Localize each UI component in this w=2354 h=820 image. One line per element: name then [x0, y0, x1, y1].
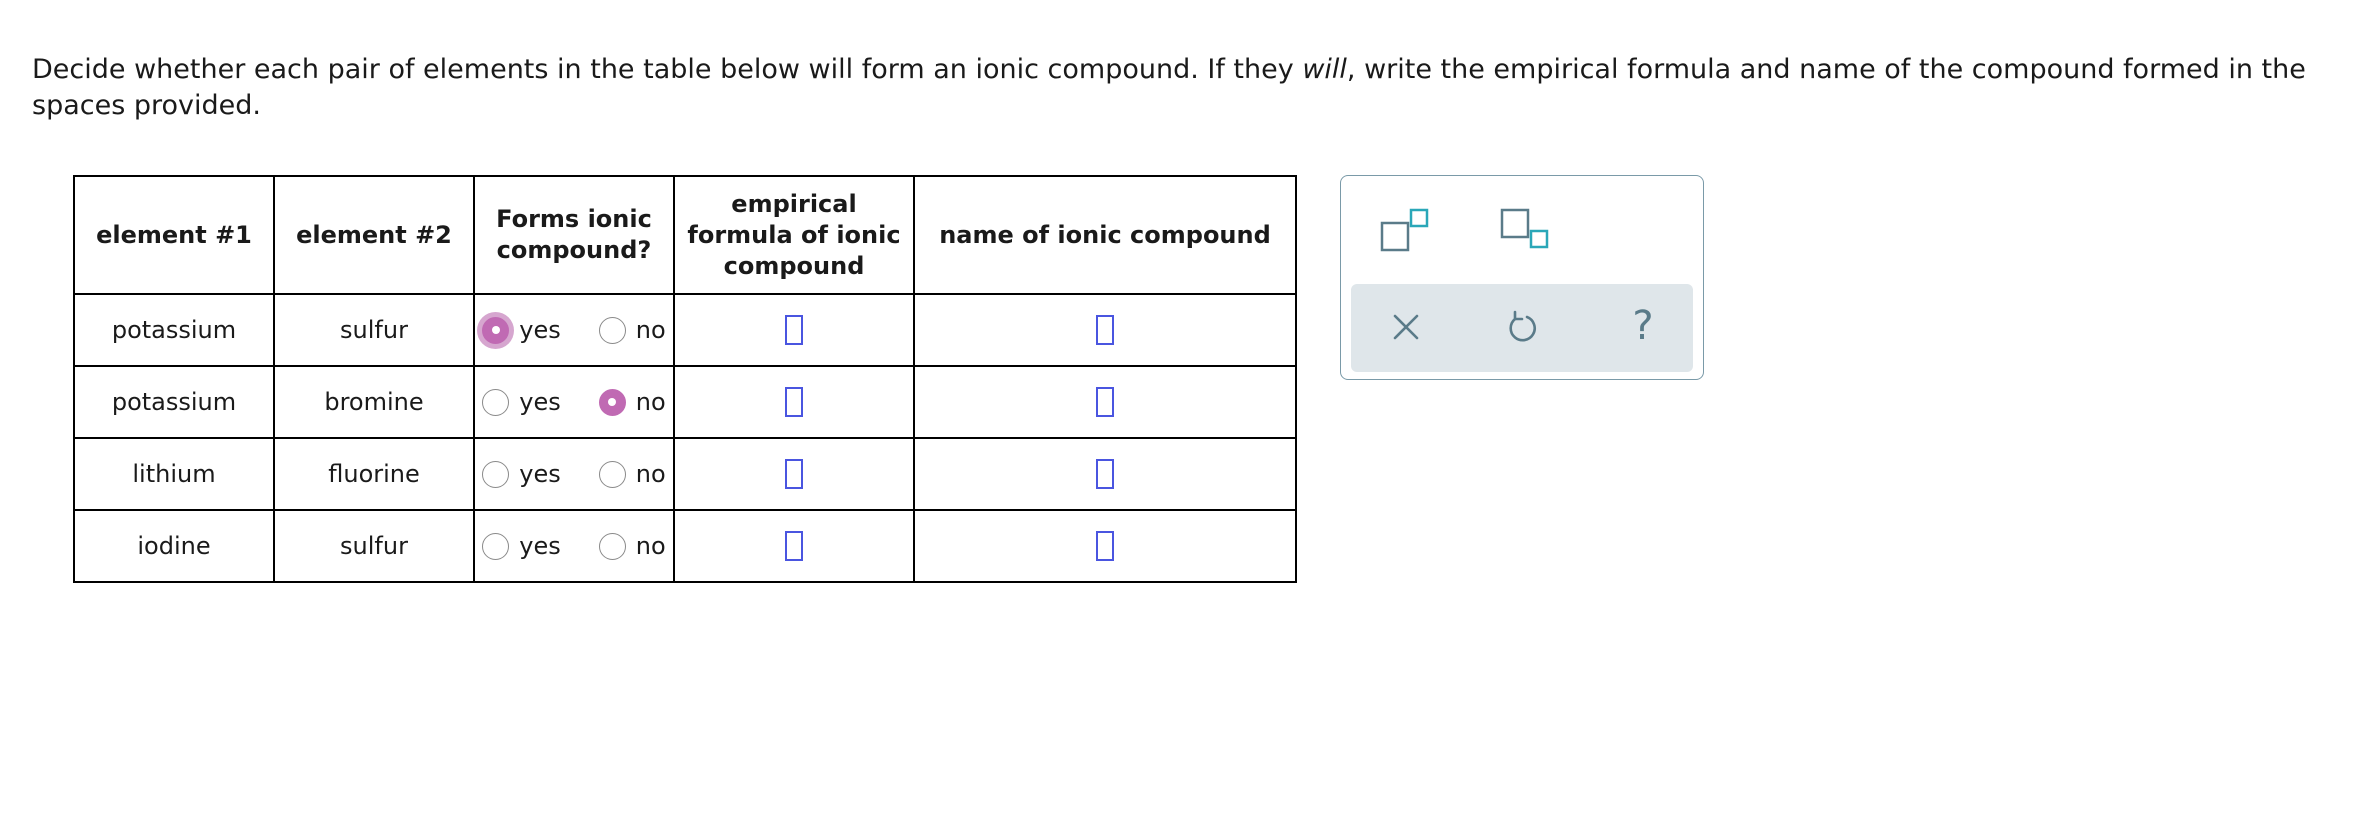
- radio-option-yes[interactable]: yes: [482, 460, 561, 488]
- header-formula-line-1: empirical: [731, 189, 857, 218]
- radio-yes[interactable]: [482, 388, 510, 416]
- forms-ionic-radio-group: yes no: [475, 460, 673, 488]
- header-formula-line-3: compound: [723, 251, 865, 280]
- prompt-emphasis: will: [1302, 54, 1347, 85]
- table-row: iodine sulfur yes no: [73, 509, 1297, 583]
- radio-option-no[interactable]: no: [598, 316, 666, 344]
- header-element-2: element #2: [273, 175, 475, 295]
- forms-ionic-radio-group: yes no: [475, 532, 673, 560]
- clear-button[interactable]: [1389, 310, 1423, 344]
- radio-no-label: no: [635, 388, 666, 416]
- header-forms-ionic: Forms ionic compound?: [473, 175, 675, 295]
- math-toolbar: ?: [1340, 175, 1704, 380]
- cell-empirical-formula: [673, 509, 915, 583]
- header-forms-line-1: Forms ionic: [496, 205, 652, 233]
- radio-yes-label: yes: [519, 532, 561, 560]
- table-row: potassium bromine yes no: [73, 365, 1297, 439]
- cell-element-2: fluorine: [273, 437, 475, 511]
- radio-no[interactable]: [598, 388, 626, 416]
- cell-element-2: sulfur: [273, 293, 475, 367]
- formula-input[interactable]: [785, 315, 803, 345]
- radio-option-yes[interactable]: yes: [482, 388, 561, 416]
- header-compound-name: name of ionic compound: [913, 175, 1297, 295]
- table-row: potassium sulfur yes no: [73, 293, 1297, 367]
- cell-element-1: iodine: [73, 509, 275, 583]
- radio-no[interactable]: [598, 532, 626, 560]
- radio-yes-label: yes: [519, 316, 561, 344]
- radio-no-label: no: [635, 316, 666, 344]
- question-prompt: Decide whether each pair of elements in …: [32, 52, 2332, 124]
- radio-no-label: no: [635, 532, 666, 560]
- forms-ionic-radio-group: yes no: [475, 316, 673, 344]
- radio-option-yes[interactable]: yes: [482, 532, 561, 560]
- header-empirical-formula: empirical formula of ionic compound: [673, 175, 915, 295]
- cell-element-1: potassium: [73, 365, 275, 439]
- radio-yes-label: yes: [519, 460, 561, 488]
- cell-compound-name: [913, 509, 1297, 583]
- formula-input[interactable]: [785, 459, 803, 489]
- formula-input[interactable]: [785, 387, 803, 417]
- clear-icon: [1389, 310, 1423, 344]
- cell-compound-name: [913, 437, 1297, 511]
- cell-forms-ionic: yes no: [473, 365, 675, 439]
- cell-forms-ionic: yes no: [473, 509, 675, 583]
- help-button[interactable]: ?: [1623, 300, 1663, 352]
- header-formula-line-2: formula of ionic: [687, 220, 901, 249]
- radio-no[interactable]: [598, 316, 626, 344]
- answer-table: element #1 element #2 Forms ionic compou…: [73, 175, 1297, 583]
- toolbar-action-row: ?: [1351, 284, 1693, 372]
- compound-name-input[interactable]: [1096, 387, 1114, 417]
- forms-ionic-radio-group: yes no: [475, 388, 673, 416]
- undo-icon: [1504, 308, 1540, 346]
- radio-no-label: no: [635, 460, 666, 488]
- cell-element-1: potassium: [73, 293, 275, 367]
- radio-yes[interactable]: [482, 532, 510, 560]
- cell-element-2: sulfur: [273, 509, 475, 583]
- radio-option-yes[interactable]: yes: [482, 316, 561, 344]
- help-icon: ?: [1632, 303, 1654, 349]
- cell-forms-ionic: yes no: [473, 437, 675, 511]
- cell-empirical-formula: [673, 365, 915, 439]
- cell-empirical-formula: [673, 293, 915, 367]
- cell-element-1: lithium: [73, 437, 275, 511]
- header-forms-line-2: compound?: [496, 236, 652, 264]
- radio-yes-label: yes: [519, 388, 561, 416]
- radio-option-no[interactable]: no: [598, 388, 666, 416]
- superscript-icon: [1377, 206, 1433, 256]
- compound-name-input[interactable]: [1096, 531, 1114, 561]
- radio-yes[interactable]: [482, 460, 510, 488]
- cell-element-2: bromine: [273, 365, 475, 439]
- superscript-button[interactable]: [1377, 206, 1433, 256]
- radio-no[interactable]: [598, 460, 626, 488]
- radio-yes[interactable]: [482, 316, 510, 344]
- compound-name-input[interactable]: [1096, 315, 1114, 345]
- prompt-text-start: Decide whether each pair of elements in …: [32, 54, 1303, 85]
- subscript-button[interactable]: [1497, 206, 1553, 256]
- table-row: lithium fluorine yes no: [73, 437, 1297, 511]
- radio-option-no[interactable]: no: [598, 532, 666, 560]
- cell-compound-name: [913, 365, 1297, 439]
- formula-input[interactable]: [785, 531, 803, 561]
- header-element-1: element #1: [73, 175, 275, 295]
- radio-option-no[interactable]: no: [598, 460, 666, 488]
- toolbar-format-row: [1341, 176, 1703, 276]
- undo-button[interactable]: [1504, 308, 1540, 346]
- table-header-row: element #1 element #2 Forms ionic compou…: [73, 175, 1297, 295]
- subscript-icon: [1497, 206, 1553, 256]
- compound-name-input[interactable]: [1096, 459, 1114, 489]
- cell-forms-ionic: yes no: [473, 293, 675, 367]
- cell-compound-name: [913, 293, 1297, 367]
- cell-empirical-formula: [673, 437, 915, 511]
